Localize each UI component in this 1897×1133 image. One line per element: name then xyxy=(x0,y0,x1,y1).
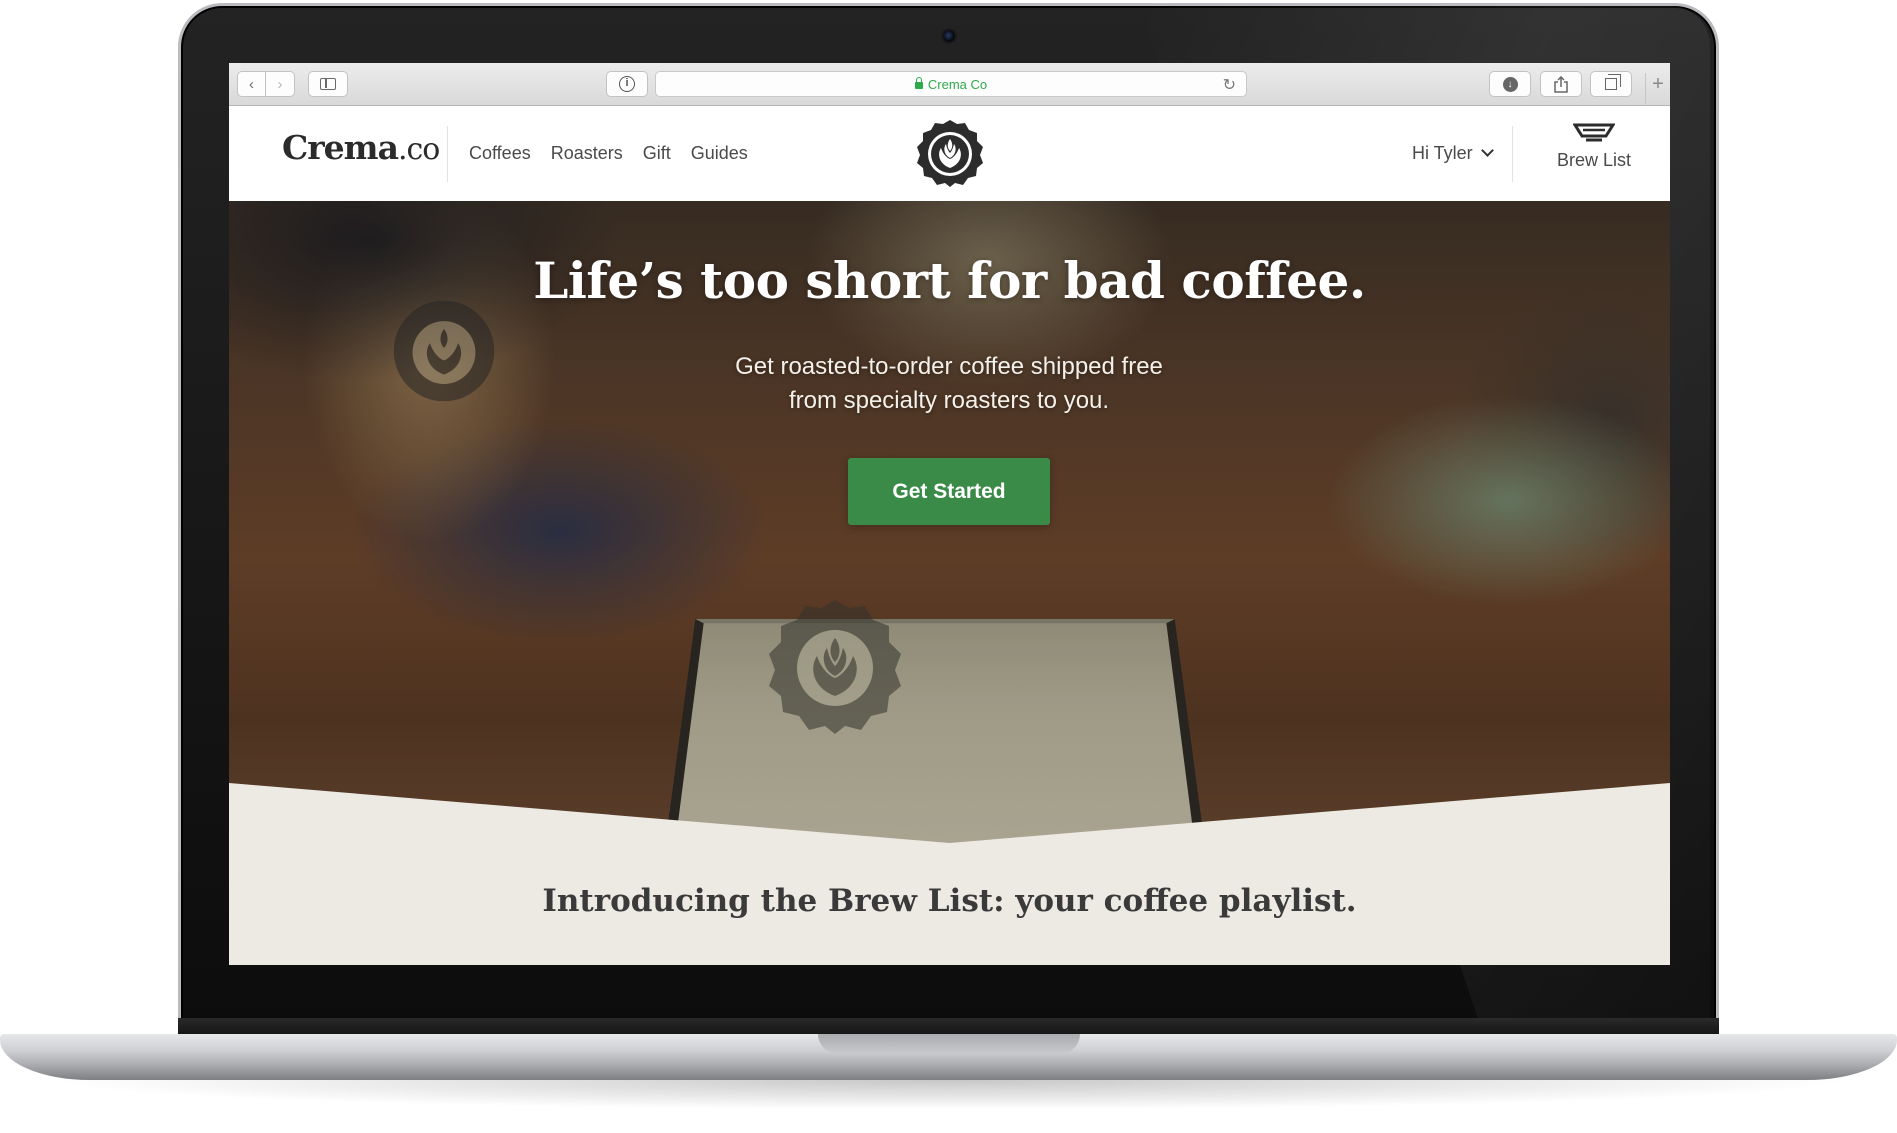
nav-item-guides[interactable]: Guides xyxy=(691,143,748,164)
logo-suffix: .co xyxy=(397,132,440,167)
laptop-shadow xyxy=(40,1080,1857,1110)
tabs-icon[interactable] xyxy=(1590,71,1632,97)
nav-item-gift[interactable]: Gift xyxy=(643,143,671,164)
nav-item-roasters[interactable]: Roasters xyxy=(551,143,623,164)
reload-icon[interactable]: ↻ xyxy=(1223,75,1236,95)
hero-subtitle-line-2: from specialty roasters to you. xyxy=(788,387,1110,414)
brew-list-label: Brew List xyxy=(1556,150,1632,170)
brew-list-button[interactable]: Brew List xyxy=(1529,122,1659,171)
camera-icon xyxy=(941,28,957,44)
browser-toolbar: ‹ › i Crema Co ↻ ↓ + xyxy=(229,63,1670,106)
latte-art-logo-icon[interactable] xyxy=(915,118,985,188)
new-tab-icon[interactable]: + xyxy=(1645,73,1670,106)
main-nav: Coffees Roasters Gift Guides xyxy=(469,143,748,164)
intro-heading: Introducing the Brew List: your coffee p… xyxy=(542,883,1357,919)
lock-icon xyxy=(914,76,923,89)
site-header: Crema.co Coffees Roasters Gift Guides Hi… xyxy=(229,106,1670,201)
back-icon[interactable]: ‹ xyxy=(237,71,266,97)
forward-icon[interactable]: › xyxy=(266,71,295,97)
hero-section: Life’s too short for bad coffee. Get roa… xyxy=(229,201,1670,851)
hero-subtitle-line-1: Get roasted-to-order coffee shipped free xyxy=(735,353,1163,380)
header-divider-left xyxy=(447,126,448,182)
history-buttons: ‹ › xyxy=(237,71,295,97)
sidebar-icon[interactable] xyxy=(308,71,348,97)
user-greeting: Hi Tyler xyxy=(1412,143,1473,163)
logo[interactable]: Crema.co xyxy=(282,128,440,167)
hero-title: Life’s too short for bad coffee. xyxy=(533,251,1366,310)
get-started-button[interactable]: Get Started xyxy=(848,458,1050,525)
address-bar[interactable]: Crema Co ↻ xyxy=(655,71,1247,97)
brew-list-icon xyxy=(1573,123,1615,142)
share-icon[interactable] xyxy=(1540,71,1582,97)
logo-main: Crema xyxy=(282,128,399,167)
chevron-down-icon xyxy=(1480,144,1494,157)
screen: ‹ › i Crema Co ↻ ↓ + Crema.co Coffees Ro… xyxy=(229,63,1670,965)
nav-item-coffees[interactable]: Coffees xyxy=(469,143,531,164)
download-icon[interactable]: ↓ xyxy=(1489,71,1531,97)
info-icon[interactable]: i xyxy=(606,71,648,97)
user-menu[interactable]: Hi Tyler xyxy=(1412,143,1494,164)
header-divider-right xyxy=(1512,126,1513,182)
address-text: Crema Co xyxy=(927,76,988,92)
hero-subtitle: Get roasted-to-order coffee shipped free… xyxy=(589,350,1309,418)
laptop-notch xyxy=(818,1034,1080,1054)
